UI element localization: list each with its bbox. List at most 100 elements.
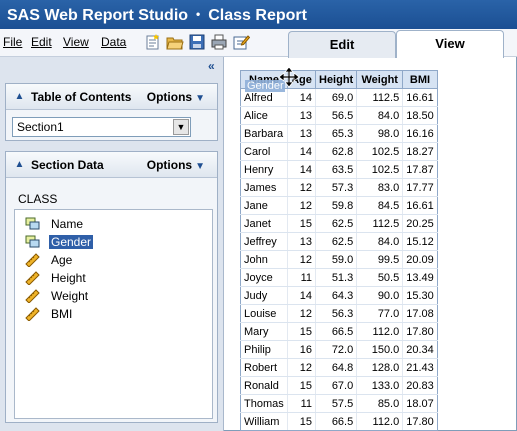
print-icon[interactable]: [210, 33, 228, 51]
menu-file-label: File: [3, 35, 23, 49]
table-cell: 20.25: [402, 214, 438, 233]
table-cell: 12: [287, 178, 316, 197]
table-cell: 12: [287, 304, 316, 323]
table-cell: 16: [287, 340, 316, 359]
column-header-bmi[interactable]: BMI: [402, 70, 438, 89]
table-cell: Janet: [240, 214, 288, 233]
table-cell: 17.80: [402, 412, 438, 431]
report-table-body: Alfred 14 69.0 112.5 16.61 Alice 13 56.5 84.0 18.…: [240, 88, 438, 431]
save-icon[interactable]: [188, 33, 206, 51]
table-cell: William: [240, 412, 288, 431]
table-cell: 84.0: [356, 232, 404, 251]
table-cell: 150.0: [356, 340, 404, 359]
table-cell: 17.08: [402, 304, 438, 323]
measure-ruler-icon: [25, 289, 40, 303]
table-cell: 112.0: [356, 322, 404, 341]
table-cell: 14: [287, 160, 316, 179]
column-header-height[interactable]: Height: [314, 70, 358, 89]
table-cell: Alice: [240, 106, 288, 125]
variable-label: Name: [51, 217, 84, 231]
table-row: Jeffrey 13 62.5 84.0 15.12: [240, 232, 438, 251]
menu-view-label: View: [63, 35, 89, 49]
dropdown-arrow-icon[interactable]: ▼: [173, 119, 189, 135]
table-cell: 13.49: [402, 268, 438, 287]
variable-label: Weight: [51, 289, 89, 303]
table-cell: 83.0: [356, 178, 404, 197]
table-cell: 67.0: [314, 376, 358, 395]
title-bar: SAS Web Report Studio • Class Report: [0, 0, 517, 29]
table-cell: 133.0: [356, 376, 404, 395]
table-cell: 57.3: [314, 178, 358, 197]
new-report-icon[interactable]: [144, 33, 162, 51]
table-cell: Ronald: [240, 376, 288, 395]
table-cell: 59.0: [314, 250, 358, 269]
table-cell: 21.43: [402, 358, 438, 377]
table-cell: 66.5: [314, 412, 358, 431]
table-cell: 56.3: [314, 304, 358, 323]
table-cell: 62.5: [314, 232, 358, 251]
table-cell: Philip: [240, 340, 288, 359]
section-data-options-label: Options: [146, 158, 193, 172]
section-data-title: Section Data: [31, 158, 104, 172]
table-row: James 12 57.3 83.0 17.77: [240, 178, 438, 197]
table-cell: 18.07: [402, 394, 438, 413]
collapse-toc-icon[interactable]: ▲: [13, 90, 26, 103]
measure-ruler-icon: [25, 307, 40, 321]
collapse-section-data-icon[interactable]: ▲: [13, 158, 26, 171]
table-cell: 11: [287, 394, 316, 413]
table-cell: 17.87: [402, 160, 438, 179]
table-row: Philip 16 72.0 150.0 20.34: [240, 340, 438, 359]
table-cell: 77.0: [356, 304, 404, 323]
table-cell: 15: [287, 322, 316, 341]
table-cell: Judy: [240, 286, 288, 305]
section-data-options-menu[interactable]: Options ▼: [147, 158, 205, 172]
table-cell: 17.80: [402, 322, 438, 341]
column-header-weight[interactable]: Weight: [356, 70, 404, 89]
chevron-down-icon: ▼: [195, 161, 205, 172]
table-cell: 15: [287, 376, 316, 395]
open-icon[interactable]: [166, 33, 184, 51]
table-cell: 14: [287, 142, 316, 161]
menu-edit[interactable]: Edit: [31, 35, 52, 49]
table-cell: Thomas: [240, 394, 288, 413]
menu-data-label: Data: [101, 35, 127, 49]
table-cell: Jane: [240, 196, 288, 215]
table-cell: Henry: [240, 160, 288, 179]
table-cell: 20.09: [402, 250, 438, 269]
table-row: Jane 12 59.8 84.5 16.61: [240, 196, 438, 215]
table-cell: 112.5: [356, 88, 404, 107]
table-cell: 57.5: [314, 394, 358, 413]
section-data-header: ▲ Section Data Options ▼: [6, 152, 217, 178]
table-row: Joyce 11 51.3 50.5 13.49: [240, 268, 438, 287]
tab-edit[interactable]: Edit: [288, 31, 396, 58]
table-cell: Louise: [240, 304, 288, 323]
collapse-panel-icon[interactable]: «: [208, 59, 215, 73]
table-cell: 62.5: [314, 214, 358, 233]
table-cell: 16.61: [402, 88, 438, 107]
table-row: Alice 13 56.5 84.0 18.50: [240, 106, 438, 125]
variable-label: BMI: [51, 307, 73, 321]
app-title: SAS Web Report Studio: [7, 7, 189, 24]
table-row: William 15 66.5 112.0 17.80: [240, 412, 438, 431]
section-select[interactable]: Section1 ▼: [12, 117, 191, 137]
table-cell: 15: [287, 412, 316, 431]
table-cell: 17.77: [402, 178, 438, 197]
table-cell: 64.3: [314, 286, 358, 305]
table-cell: 12: [287, 250, 316, 269]
table-cell: 128.0: [356, 358, 404, 377]
table-row: Henry 14 63.5 102.5 17.87: [240, 160, 438, 179]
edit-report-icon[interactable]: [232, 33, 250, 51]
menu-file[interactable]: File: [3, 35, 22, 49]
toc-options-menu[interactable]: Options ▼: [147, 90, 205, 104]
variable-label: Gender: [49, 235, 94, 249]
table-cell: 84.5: [356, 196, 404, 215]
table-cell: 12: [287, 196, 316, 215]
menu-data[interactable]: Data: [101, 35, 126, 49]
tab-view[interactable]: View: [396, 30, 504, 58]
data-source-label: CLASS: [18, 192, 58, 206]
report-title: Class Report: [208, 7, 307, 24]
menu-view[interactable]: View: [63, 35, 89, 49]
table-cell: 51.3: [314, 268, 358, 287]
toc-header: ▲ Table of Contents Options ▼: [6, 84, 217, 110]
table-cell: 102.5: [356, 142, 404, 161]
